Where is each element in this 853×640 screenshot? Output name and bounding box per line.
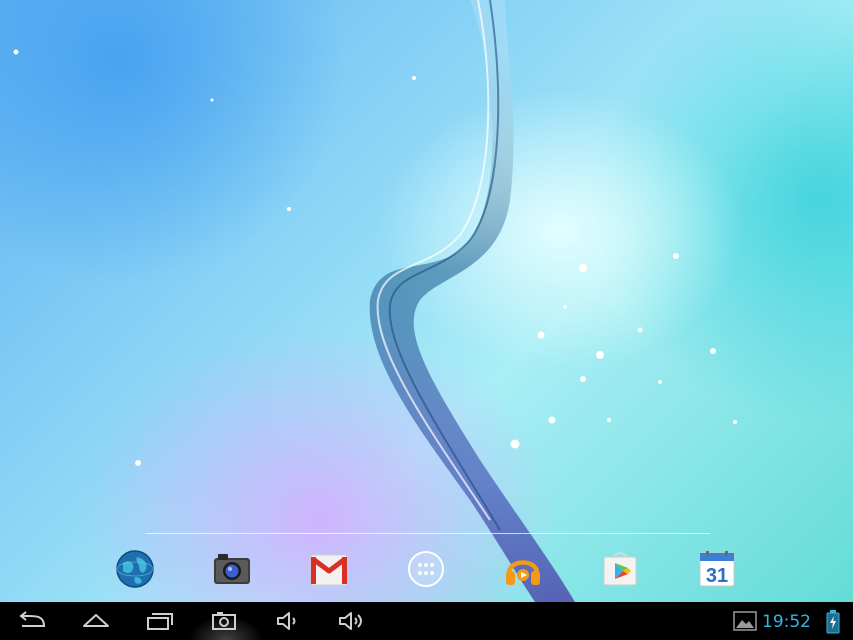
volume-up-icon[interactable] — [332, 606, 372, 636]
battery-charging-icon — [826, 610, 840, 634]
back-icon[interactable] — [12, 606, 52, 636]
volume-down-icon[interactable] — [268, 606, 308, 636]
screenshot-icon[interactable] — [204, 606, 244, 636]
gallery-notification-icon[interactable] — [733, 611, 757, 631]
camera-icon[interactable] — [211, 548, 253, 590]
app-drawer-icon[interactable] — [405, 548, 447, 590]
calendar-icon[interactable]: 31 — [696, 548, 738, 590]
navigation-bar — [0, 602, 853, 640]
play-store-icon[interactable] — [599, 548, 641, 590]
status-clock: 19:52 — [762, 612, 811, 632]
browser-globe-icon[interactable] — [114, 548, 156, 590]
play-music-icon[interactable] — [502, 548, 544, 590]
recent-apps-icon[interactable] — [140, 606, 180, 636]
gmail-icon[interactable] — [308, 548, 350, 590]
dock-divider — [145, 533, 710, 534]
home-icon[interactable] — [76, 606, 116, 636]
dock: 31 — [0, 540, 853, 598]
calendar-date-label: 31 — [706, 565, 728, 587]
wallpaper — [0, 0, 853, 602]
